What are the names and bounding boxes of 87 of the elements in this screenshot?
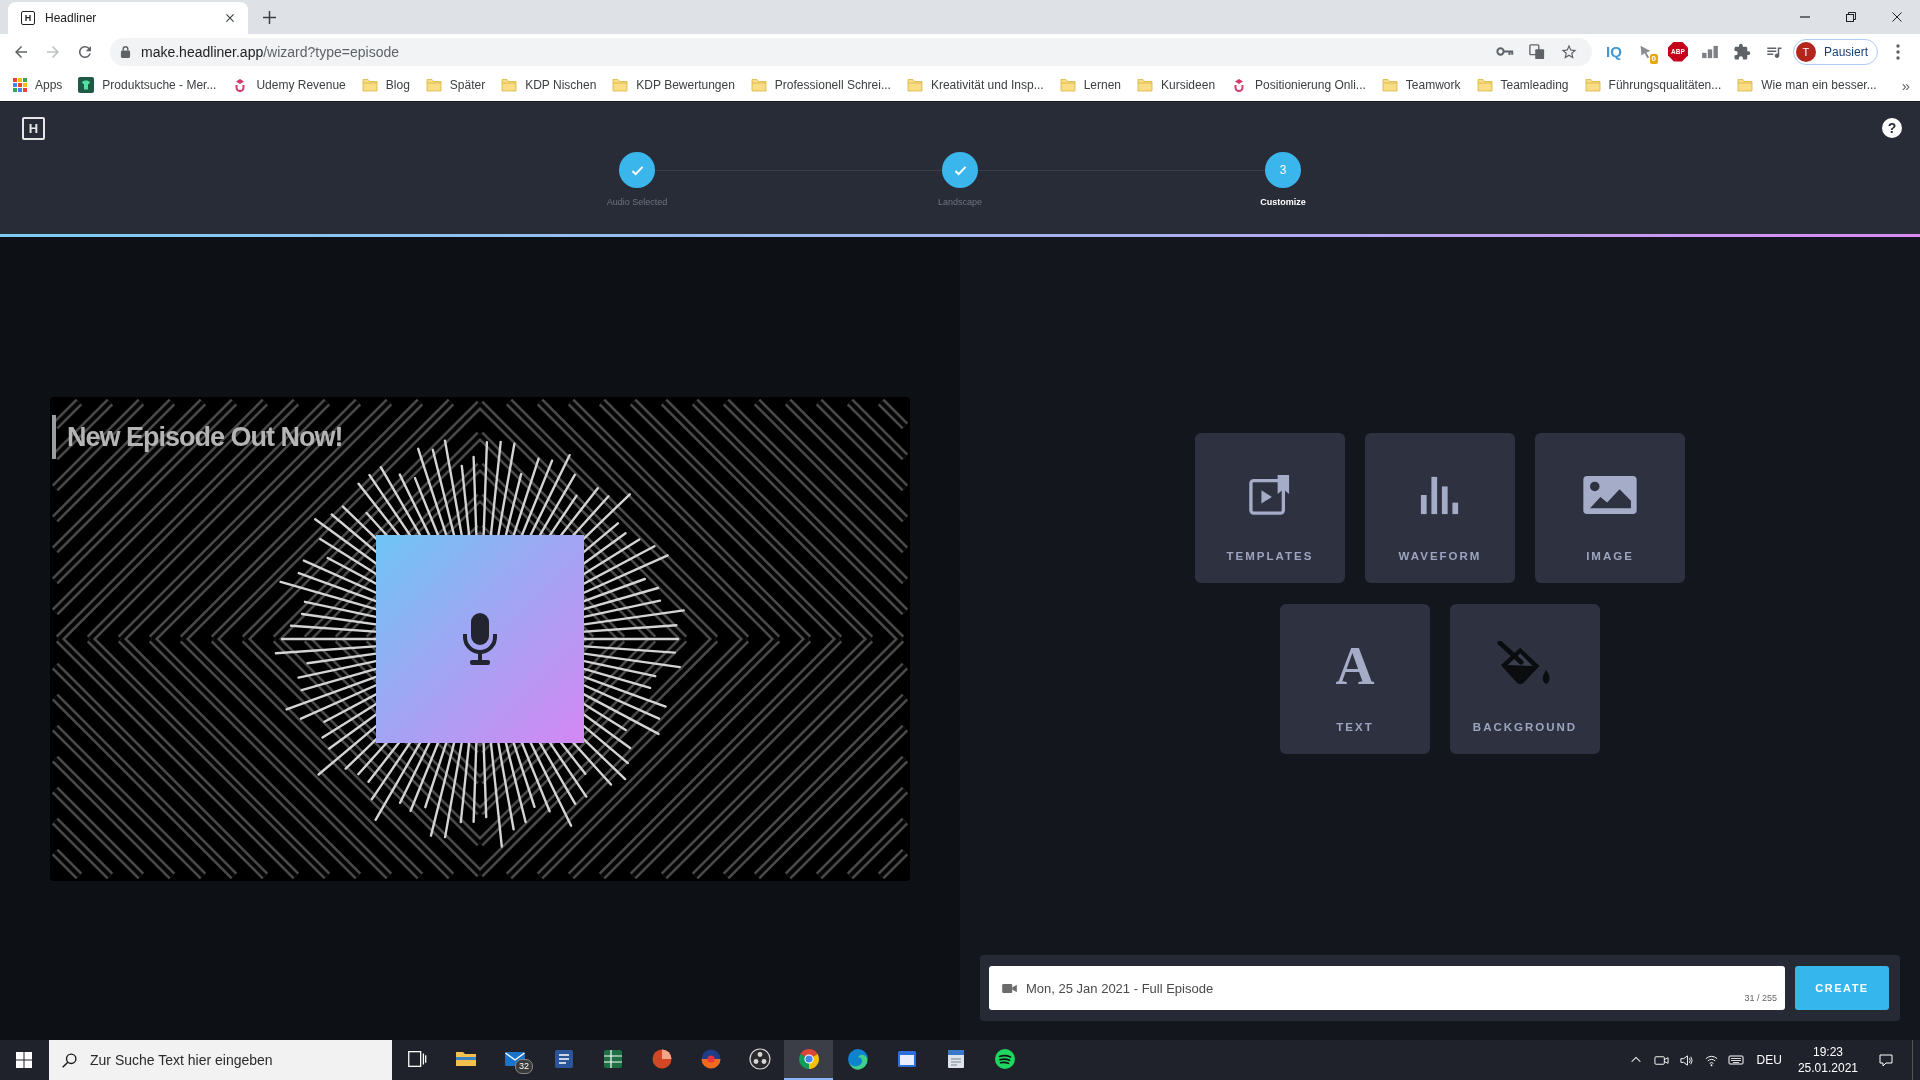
character-counter: 31 / 255 xyxy=(1744,993,1777,1003)
background-tool-button[interactable]: BACKGROUND xyxy=(1450,604,1600,754)
bookmark-item[interactable]: Kreativität und Insp... xyxy=(898,71,1052,99)
bookmark-item[interactable]: Positionierung Onli... xyxy=(1223,71,1374,99)
swirl-icon xyxy=(845,1047,870,1071)
clock-date[interactable]: 25.01.2021 xyxy=(1797,1060,1858,1076)
folder-icon xyxy=(906,78,923,92)
text-tool-button[interactable]: A TEXT xyxy=(1280,604,1430,754)
signal-bars-icon xyxy=(1700,44,1719,59)
letter-icon: A xyxy=(1335,642,1375,690)
bookmark-item[interactable]: Professionell Schrei... xyxy=(742,71,899,99)
bookmark-item[interactable]: Teamwork xyxy=(1373,71,1469,99)
segmented-circle-icon xyxy=(796,1047,821,1071)
step-circle: 3 xyxy=(1265,152,1301,188)
taskbar-search-field[interactable]: Zur Suche Text hier eingeben xyxy=(49,1040,392,1080)
step-label: Landscape xyxy=(937,197,982,207)
restore-icon xyxy=(1846,12,1856,22)
check-icon xyxy=(953,164,967,176)
key-icon xyxy=(1495,46,1514,57)
bookmark-item[interactable]: Lernen xyxy=(1051,71,1130,99)
waveform-tool-button[interactable]: WAVEFORM xyxy=(1365,433,1515,583)
menu-icon xyxy=(1896,43,1900,60)
taskbar-app-button[interactable] xyxy=(784,1040,833,1080)
folder-icon xyxy=(1584,78,1601,92)
step-label: Customize xyxy=(1260,197,1306,207)
speaker-icon xyxy=(1678,1052,1694,1068)
bookmark-item[interactable]: Kursideen xyxy=(1129,71,1224,99)
bookmark-item[interactable]: Später xyxy=(417,71,494,99)
apps-grid-icon xyxy=(13,78,27,92)
folder-icon xyxy=(612,78,629,92)
favicon: H xyxy=(21,11,35,25)
bookmarks-overflow-button[interactable]: » xyxy=(1891,71,1920,99)
input-language-button[interactable]: DEU xyxy=(1748,1040,1790,1080)
extension-badge: 0 xyxy=(1649,53,1658,64)
play-square-icon xyxy=(1249,474,1291,516)
translate-icon xyxy=(1528,43,1545,60)
folder-icon xyxy=(1476,78,1493,92)
sound-waves-circle-icon xyxy=(992,1047,1017,1071)
microphone-icon xyxy=(465,612,495,665)
folder-icon xyxy=(1137,78,1154,92)
close-icon xyxy=(225,13,235,23)
three-dots-ring-icon xyxy=(747,1047,772,1071)
folder-icon xyxy=(361,78,378,92)
address-bar[interactable]: make.headliner.app/wizard?type=episode xyxy=(110,37,1592,66)
bar-chart-icon xyxy=(1419,474,1461,516)
profile-avatar: T xyxy=(1795,41,1816,62)
taskbar-app-button[interactable]: 32 xyxy=(490,1040,539,1080)
headline-text: New Episode Out Now! xyxy=(52,414,343,459)
profile-button[interactable]: T Pausiert xyxy=(1792,38,1878,65)
shirt-icon xyxy=(78,77,95,93)
folder-icon xyxy=(1381,78,1398,92)
folder-icon xyxy=(1059,78,1076,92)
lock-icon xyxy=(120,45,131,58)
check-icon xyxy=(630,164,644,176)
image-icon xyxy=(1583,475,1637,515)
unread-badge: 32 xyxy=(515,1059,533,1074)
windows-logo-icon xyxy=(16,1052,32,1068)
search-icon xyxy=(61,1052,78,1069)
app-logo: H xyxy=(22,117,45,140)
bookmark-item[interactable]: Udemy Revenue xyxy=(224,71,354,99)
bookmark-item[interactable]: Produktsuche - Mer... xyxy=(70,71,225,99)
folder-icon xyxy=(501,78,518,92)
bookmark-item[interactable]: KDP Bewertungen xyxy=(604,71,743,99)
video-camera-icon xyxy=(1002,983,1017,994)
puzzle-icon xyxy=(1732,42,1751,61)
bookmark-item[interactable]: Apps xyxy=(5,71,71,99)
close-icon xyxy=(1892,12,1902,22)
folder-icon xyxy=(750,78,767,92)
help-button[interactable]: ? xyxy=(1882,118,1902,138)
bookmark-item[interactable]: Führungsqualitäten... xyxy=(1576,71,1730,99)
browser-tab[interactable]: H Headliner xyxy=(8,2,248,34)
step-label: Audio Selected xyxy=(606,197,668,207)
bookmark-item[interactable]: KDP Nischen xyxy=(493,71,605,99)
speech-bubble-icon xyxy=(1878,1052,1894,1068)
folder-icon xyxy=(1737,78,1754,92)
bookmark-item[interactable]: Wie man ein besser... xyxy=(1729,71,1885,99)
templates-tool-button[interactable]: TEMPLATES xyxy=(1195,433,1345,583)
bookmark-item[interactable]: Teamleading xyxy=(1468,71,1577,99)
image-tool-button[interactable]: IMAGE xyxy=(1535,433,1685,583)
url-text: make.headliner.app/wizard?type=episode xyxy=(141,43,399,60)
minimize-icon xyxy=(1800,16,1810,18)
bookmark-item[interactable]: Blog xyxy=(353,71,418,99)
keyboard-icon xyxy=(1728,1052,1745,1068)
clock-time[interactable]: 19:23 xyxy=(1812,1044,1843,1060)
task-view-icon xyxy=(405,1048,428,1070)
folder-icon xyxy=(425,78,442,92)
plus-icon xyxy=(262,10,276,24)
